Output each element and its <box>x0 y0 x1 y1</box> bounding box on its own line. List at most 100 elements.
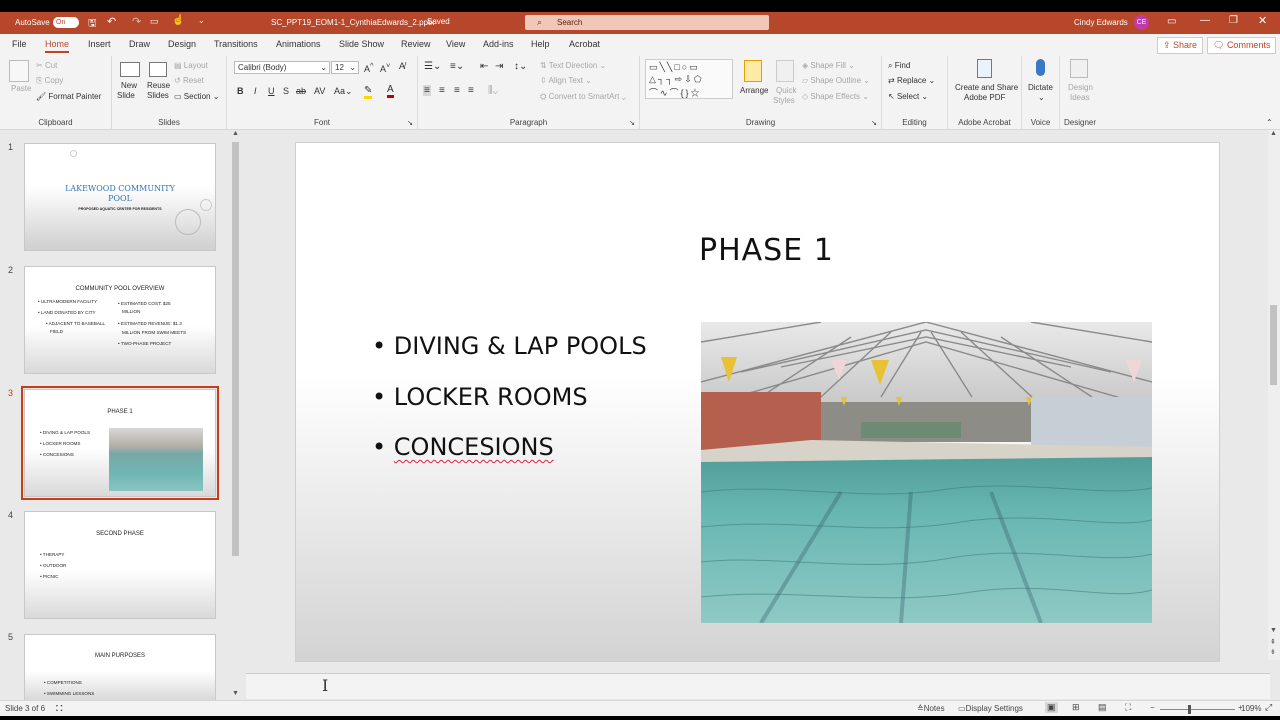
tab-design[interactable]: Design <box>168 39 196 49</box>
undo-icon[interactable]: ↶ <box>107 15 116 28</box>
reuse-slides-icon[interactable] <box>149 62 167 77</box>
bold-icon[interactable]: B <box>237 86 244 96</box>
notes-button[interactable]: ≙ Notes <box>917 704 945 713</box>
align-left-icon[interactable]: ≡ <box>423 85 431 96</box>
shadow-icon[interactable]: S <box>283 86 289 96</box>
align-center-icon[interactable]: ≡ <box>439 85 445 96</box>
previous-slide-icon[interactable]: ⇞ <box>1270 638 1276 646</box>
microphone-icon[interactable] <box>1036 59 1045 76</box>
replace-button[interactable]: ⇄ Replace ⌄ <box>888 76 935 85</box>
decrease-font-icon[interactable]: A˅ <box>380 61 390 74</box>
accessibility-icon[interactable]: ⛚ <box>56 703 62 714</box>
new-slide-button-line2[interactable]: Slide <box>117 91 135 100</box>
paste-icon[interactable] <box>9 60 29 82</box>
decrease-indent-icon[interactable]: ⇤ <box>480 61 488 72</box>
paragraph-dialog-launcher-icon[interactable]: ↘ <box>629 119 635 127</box>
zoom-slider-handle[interactable] <box>1188 705 1191 714</box>
ribbon-display-icon[interactable]: ▭ <box>1167 16 1176 27</box>
quick-styles-button-line2[interactable]: Styles <box>773 96 795 105</box>
text-direction-button[interactable]: ⇅ Text Direction ⌄ <box>540 61 606 70</box>
shape-outline-button[interactable]: ▱ Shape Outline ⌄ <box>802 76 870 85</box>
design-ideas-button[interactable]: Design <box>1068 83 1093 92</box>
start-slideshow-icon[interactable]: ▭ <box>150 16 159 27</box>
create-share-pdf-button[interactable]: Create and Share <box>955 83 1018 92</box>
slide-bullet-1[interactable]: • DIVING & LAP POOLS <box>372 332 647 360</box>
create-pdf-icon[interactable] <box>977 59 992 78</box>
new-slide-icon[interactable] <box>120 62 140 77</box>
customize-toolbar-icon[interactable]: ⌄ <box>198 16 205 25</box>
tab-help[interactable]: Help <box>531 39 550 49</box>
tab-file[interactable]: File <box>12 39 27 49</box>
slide-bullet-2[interactable]: • LOCKER ROOMS <box>372 383 588 411</box>
arrange-icon[interactable] <box>744 60 762 82</box>
slideshow-view-icon[interactable]: ⛶ <box>1125 702 1131 713</box>
quick-styles-icon[interactable] <box>776 60 794 82</box>
align-text-button[interactable]: ⇳ Align Text ⌄ <box>540 76 592 85</box>
search-box[interactable]: ⌕ Search <box>525 15 769 30</box>
design-ideas-button-line2[interactable]: Ideas <box>1070 93 1090 102</box>
align-right-icon[interactable]: ≡ <box>454 85 460 96</box>
scroll-down-icon[interactable]: ▼ <box>232 690 239 697</box>
reset-button[interactable]: ↺ Reset <box>174 76 204 85</box>
saved-status[interactable]: Saved ⌄ <box>427 17 450 26</box>
share-button[interactable]: ⇪ Share <box>1157 37 1204 54</box>
select-button[interactable]: ↖ Select ⌄ <box>888 92 928 101</box>
collapse-ribbon-icon[interactable]: ⌃ <box>1266 118 1273 127</box>
tab-acrobat[interactable]: Acrobat <box>569 39 600 49</box>
zoom-slider[interactable] <box>1160 709 1235 710</box>
display-settings-button[interactable]: ▭ Display Settings <box>958 704 1023 713</box>
arrange-button[interactable]: Arrange <box>740 86 768 95</box>
touch-mode-icon[interactable]: ☝ <box>172 15 184 26</box>
slide-thumbnail-2[interactable]: COMMUNITY POOL OVERVIEW • ULTRAMODERN FA… <box>24 266 216 374</box>
comments-button[interactable]: 🗨 Comments <box>1207 37 1277 54</box>
slide-title[interactable]: PHASE 1 <box>699 233 834 268</box>
find-button[interactable]: ⌕ Find <box>888 61 910 71</box>
slide-scrollbar[interactable]: ▲ ▼ ⇞ ⇟ <box>1268 130 1280 660</box>
tab-insert[interactable]: Insert <box>88 39 111 49</box>
change-case-button[interactable]: Aa⌄ <box>334 86 353 97</box>
font-name-select[interactable]: Calibri (Body) ⌄ <box>234 61 330 74</box>
zoom-out-icon[interactable]: − <box>1150 703 1155 712</box>
save-icon[interactable]: 🖫 <box>88 16 97 33</box>
line-spacing-icon[interactable]: ↕⌄ <box>514 61 527 72</box>
shape-fill-button[interactable]: ◈ Shape Fill ⌄ <box>802 61 855 70</box>
normal-view-icon[interactable]: ▣ <box>1045 702 1058 713</box>
convert-smartart-button[interactable]: ⛭ Convert to SmartArt ⌄ <box>540 92 626 102</box>
dictate-button[interactable]: Dictate <box>1028 83 1053 92</box>
restore-icon[interactable]: ❐ <box>1229 15 1238 26</box>
layout-button[interactable]: ▤ Layout <box>174 61 208 70</box>
shape-effects-button[interactable]: ◇ Shape Effects ⌄ <box>802 92 869 101</box>
bullets-icon[interactable]: ☰⌄ <box>424 61 441 72</box>
character-spacing-icon[interactable]: AV <box>314 86 325 96</box>
design-ideas-icon[interactable] <box>1070 59 1088 78</box>
close-icon[interactable]: ✕ <box>1258 14 1267 27</box>
highlight-icon[interactable]: ✎ <box>364 85 373 99</box>
tab-home[interactable]: Home <box>45 39 70 53</box>
next-slide-icon[interactable]: ⇟ <box>1270 648 1276 656</box>
font-size-select[interactable]: 12 ⌄ <box>331 61 359 74</box>
chevron-down-icon[interactable]: ⌄ <box>1038 93 1045 102</box>
slide-thumbnail-1[interactable]: LAKEWOOD COMMUNITY POOL PROPOSED AQUATIC… <box>24 143 216 251</box>
scroll-down-icon[interactable]: ▼ <box>1270 627 1277 634</box>
font-dialog-launcher-icon[interactable]: ↘ <box>407 119 413 127</box>
slide-bullet-3[interactable]: • CONCESIONS <box>372 433 554 461</box>
slide-canvas[interactable]: PHASE 1 • DIVING & LAP POOLS • LOCKER RO… <box>295 142 1220 662</box>
increase-indent-icon[interactable]: ⇥ <box>495 61 503 72</box>
create-share-pdf-button-line2[interactable]: Adobe PDF <box>964 93 1005 102</box>
underline-icon[interactable]: U <box>268 86 275 96</box>
user-name[interactable]: Cindy Edwards <box>1074 18 1128 27</box>
quick-styles-button[interactable]: Quick <box>776 86 796 95</box>
shapes-gallery[interactable]: ▭╲╲□○▭ △┐┐⇨⇩⬠ ⌒∿⌒{}☆ <box>645 59 733 99</box>
tab-slide-show[interactable]: Slide Show <box>339 39 384 49</box>
reuse-slides-button[interactable]: Reuse <box>147 81 170 90</box>
reuse-slides-button-line2[interactable]: Slides <box>147 91 169 100</box>
autosave-toggle[interactable]: On <box>53 17 79 28</box>
scrollbar-thumb[interactable] <box>232 142 239 556</box>
scroll-up-icon[interactable]: ▲ <box>1270 130 1277 137</box>
tab-draw[interactable]: Draw <box>129 39 150 49</box>
tab-animations[interactable]: Animations <box>276 39 321 49</box>
slide-sorter-icon[interactable]: ⊞ <box>1072 702 1080 713</box>
slide-thumbnail-3[interactable]: PHASE 1 • DIVING & LAP POOLS • LOCKER RO… <box>21 386 219 500</box>
cut-button[interactable]: ✂ Cut <box>36 61 57 70</box>
drawing-dialog-launcher-icon[interactable]: ↘ <box>871 119 877 127</box>
